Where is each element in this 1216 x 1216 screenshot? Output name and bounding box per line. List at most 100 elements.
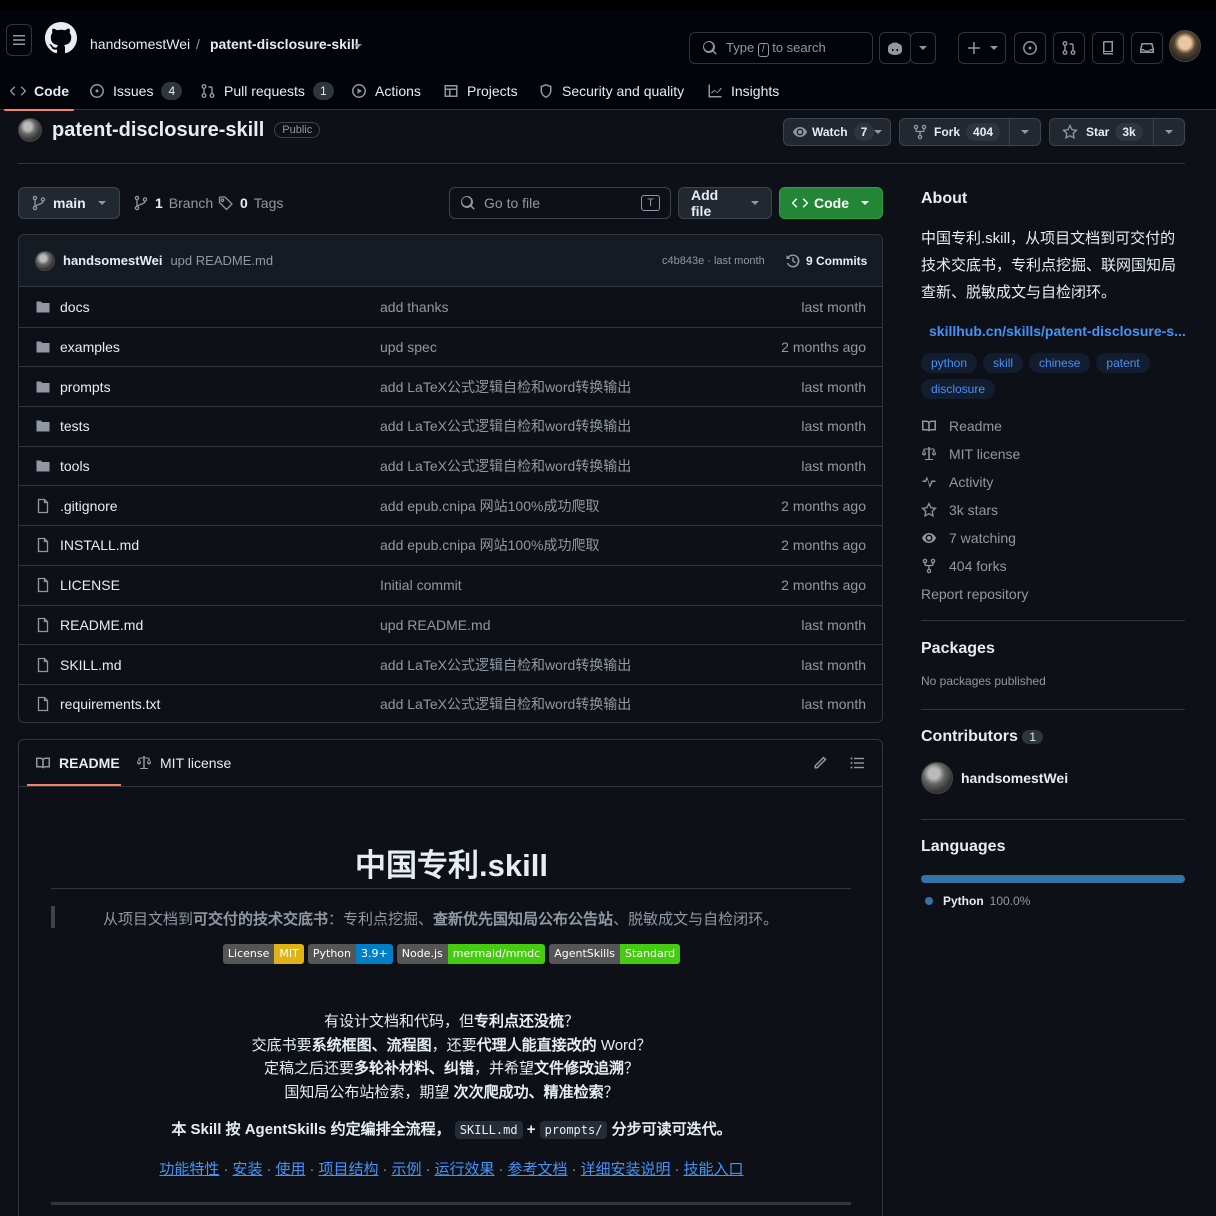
topic-tag[interactable]: patent: [1096, 353, 1150, 373]
menu-button[interactable]: [6, 24, 32, 56]
file-commit-message[interactable]: Initial commit: [380, 577, 462, 593]
commits-link[interactable]: 9 Commits: [785, 253, 867, 269]
contributor-item[interactable]: handsomestWei: [921, 762, 1185, 794]
tab-readme[interactable]: README: [35, 755, 120, 771]
file-commit-message[interactable]: upd README.md: [380, 617, 490, 633]
readme-badge[interactable]: License MIT: [222, 944, 304, 964]
readme-section-link[interactable]: 功能特性: [159, 1161, 219, 1178]
readme-section-link[interactable]: 详细安装说明: [581, 1161, 671, 1178]
tab-actions[interactable]: Actions: [351, 70, 421, 112]
owner-avatar[interactable]: [18, 118, 42, 142]
tab-pull-requests[interactable]: Pull requests 1: [200, 70, 334, 112]
topic-tag[interactable]: disclosure: [921, 379, 996, 399]
file-commit-message[interactable]: add LaTeX公式逻辑自检和word转换输出: [380, 694, 631, 714]
repo-link[interactable]: patent-disclosure-skill: [210, 36, 359, 52]
readme-section-link[interactable]: 运行效果: [435, 1161, 495, 1178]
fork-button[interactable]: Fork 404: [899, 118, 1041, 146]
file-name[interactable]: .gitignore: [60, 498, 118, 514]
file-commit-message[interactable]: add LaTeX公式逻辑自检和word转换输出: [380, 655, 631, 675]
tab-insights[interactable]: Insights: [707, 70, 779, 112]
readme-badge[interactable]: AgentSkills Standard: [549, 944, 681, 964]
forks-link[interactable]: 404 forks: [921, 558, 1007, 574]
file-row[interactable]: README.md upd README.md last month: [19, 604, 882, 645]
issues-global-button[interactable]: [1014, 32, 1046, 64]
create-new-button[interactable]: [958, 32, 1006, 64]
tab-projects[interactable]: Projects: [443, 70, 518, 112]
pencil-icon[interactable]: [812, 755, 828, 771]
readme-badge[interactable]: Python 3.9+: [307, 944, 393, 964]
branch-selector[interactable]: main: [18, 187, 120, 219]
author-avatar[interactable]: [35, 250, 55, 271]
watching-link[interactable]: 7 watching: [921, 530, 1016, 546]
readme-badge[interactable]: Node.js mermaid/mmdc: [396, 944, 546, 964]
file-name[interactable]: LICENSE: [60, 577, 120, 593]
code-button[interactable]: Code: [779, 187, 883, 219]
file-commit-message[interactable]: add epub.cnipa 网站100%成功爬取: [380, 535, 599, 555]
file-row[interactable]: LICENSE Initial commit 2 months ago: [19, 564, 882, 605]
report-link[interactable]: Report repository: [921, 586, 1028, 602]
file-row[interactable]: requirements.txt add LaTeX公式逻辑自检和word转换输出…: [19, 683, 882, 722]
tab-code[interactable]: Code: [10, 70, 69, 112]
file-commit-message[interactable]: add epub.cnipa 网站100%成功爬取: [380, 496, 599, 516]
commit-author[interactable]: handsomestWei: [63, 253, 162, 268]
github-logo-icon[interactable]: [45, 22, 77, 54]
file-row[interactable]: INSTALL.md add epub.cnipa 网站100%成功爬取 2 mon…: [19, 525, 882, 565]
file-row[interactable]: SKILL.md add LaTeX公式逻辑自检和word转换输出 last mon…: [19, 644, 882, 684]
stars-link[interactable]: 3k stars: [921, 502, 998, 518]
tags-link[interactable]: 0 Tags: [218, 195, 283, 211]
add-file-button[interactable]: Add file: [678, 187, 772, 219]
star-button[interactable]: Star 3k: [1049, 118, 1185, 146]
tab-issues[interactable]: Issues 4: [89, 70, 183, 112]
file-commit-message[interactable]: upd spec: [380, 339, 437, 355]
tab-security[interactable]: Security and quality: [538, 70, 684, 112]
file-commit-message[interactable]: add LaTeX公式逻辑自检和word转换输出: [380, 456, 631, 476]
file-row[interactable]: docs add thanks last month: [19, 287, 882, 327]
language-item[interactable]: Python 100.0%: [921, 894, 1185, 908]
topic-tag[interactable]: python: [921, 353, 978, 373]
packages-heading[interactable]: Packages: [921, 640, 1185, 658]
file-name[interactable]: INSTALL.md: [60, 537, 139, 553]
readme-section-link[interactable]: 技能入口: [684, 1161, 744, 1178]
repo-name[interactable]: patent-disclosure-skill: [52, 119, 264, 142]
readme-section-link[interactable]: 参考文档: [508, 1161, 568, 1178]
file-commit-message[interactable]: add thanks: [380, 299, 449, 315]
file-name[interactable]: prompts: [60, 379, 111, 395]
repo-switcher-caret-icon[interactable]: [354, 44, 362, 48]
readme-link[interactable]: Readme: [921, 418, 1002, 434]
activity-link[interactable]: Activity: [921, 474, 993, 490]
list-unordered-icon[interactable]: [849, 755, 865, 771]
readme-section-link[interactable]: 安装: [232, 1161, 262, 1178]
inbox-button[interactable]: [1131, 32, 1163, 64]
copilot-button[interactable]: [879, 32, 911, 64]
file-row[interactable]: tests add LaTeX公式逻辑自检和word转换输出 last month: [19, 406, 882, 446]
repositories-button[interactable]: [1092, 32, 1124, 64]
readme-section-link[interactable]: 使用: [275, 1161, 305, 1178]
tab-license[interactable]: MIT license: [136, 755, 231, 771]
commit-message[interactable]: upd README.md: [170, 253, 273, 268]
file-row[interactable]: tools add LaTeX公式逻辑自检和word转换输出 last month: [19, 445, 882, 486]
watch-button[interactable]: Watch 7: [783, 118, 891, 146]
readme-section-link[interactable]: 示例: [391, 1161, 421, 1178]
file-row[interactable]: prompts add LaTeX公式逻辑自检和word转换输出 last mont…: [19, 366, 882, 406]
file-name[interactable]: tests: [60, 418, 90, 434]
readme-section-link[interactable]: 项目结构: [318, 1161, 378, 1178]
search-input[interactable]: Type / to search: [689, 32, 873, 64]
file-name[interactable]: tools: [60, 458, 90, 474]
topic-tag[interactable]: skill: [983, 353, 1024, 373]
pull-requests-global-button[interactable]: [1053, 32, 1085, 64]
file-name[interactable]: examples: [60, 339, 120, 355]
file-row[interactable]: examples upd spec 2 months ago: [19, 326, 882, 367]
contributors-heading[interactable]: Contributors 1: [921, 728, 1185, 746]
branches-link[interactable]: 1 Branch: [133, 195, 213, 211]
user-avatar[interactable]: [1169, 30, 1201, 62]
license-link[interactable]: MIT license: [921, 446, 1020, 462]
go-to-file-input[interactable]: Go to file T: [449, 187, 671, 219]
topic-tag[interactable]: chinese: [1029, 353, 1091, 373]
file-name[interactable]: SKILL.md: [60, 657, 121, 673]
commit-hash-time[interactable]: c4b843e · last month: [662, 255, 765, 267]
file-name[interactable]: docs: [60, 299, 90, 315]
homepage-link[interactable]: skillhub.cn/skills/patent-disclosure-s..…: [921, 323, 1186, 339]
file-row[interactable]: .gitignore add epub.cnipa 网站100%成功爬取 2 mon…: [19, 485, 882, 525]
file-name[interactable]: requirements.txt: [60, 696, 160, 712]
file-commit-message[interactable]: add LaTeX公式逻辑自检和word转换输出: [380, 377, 631, 397]
